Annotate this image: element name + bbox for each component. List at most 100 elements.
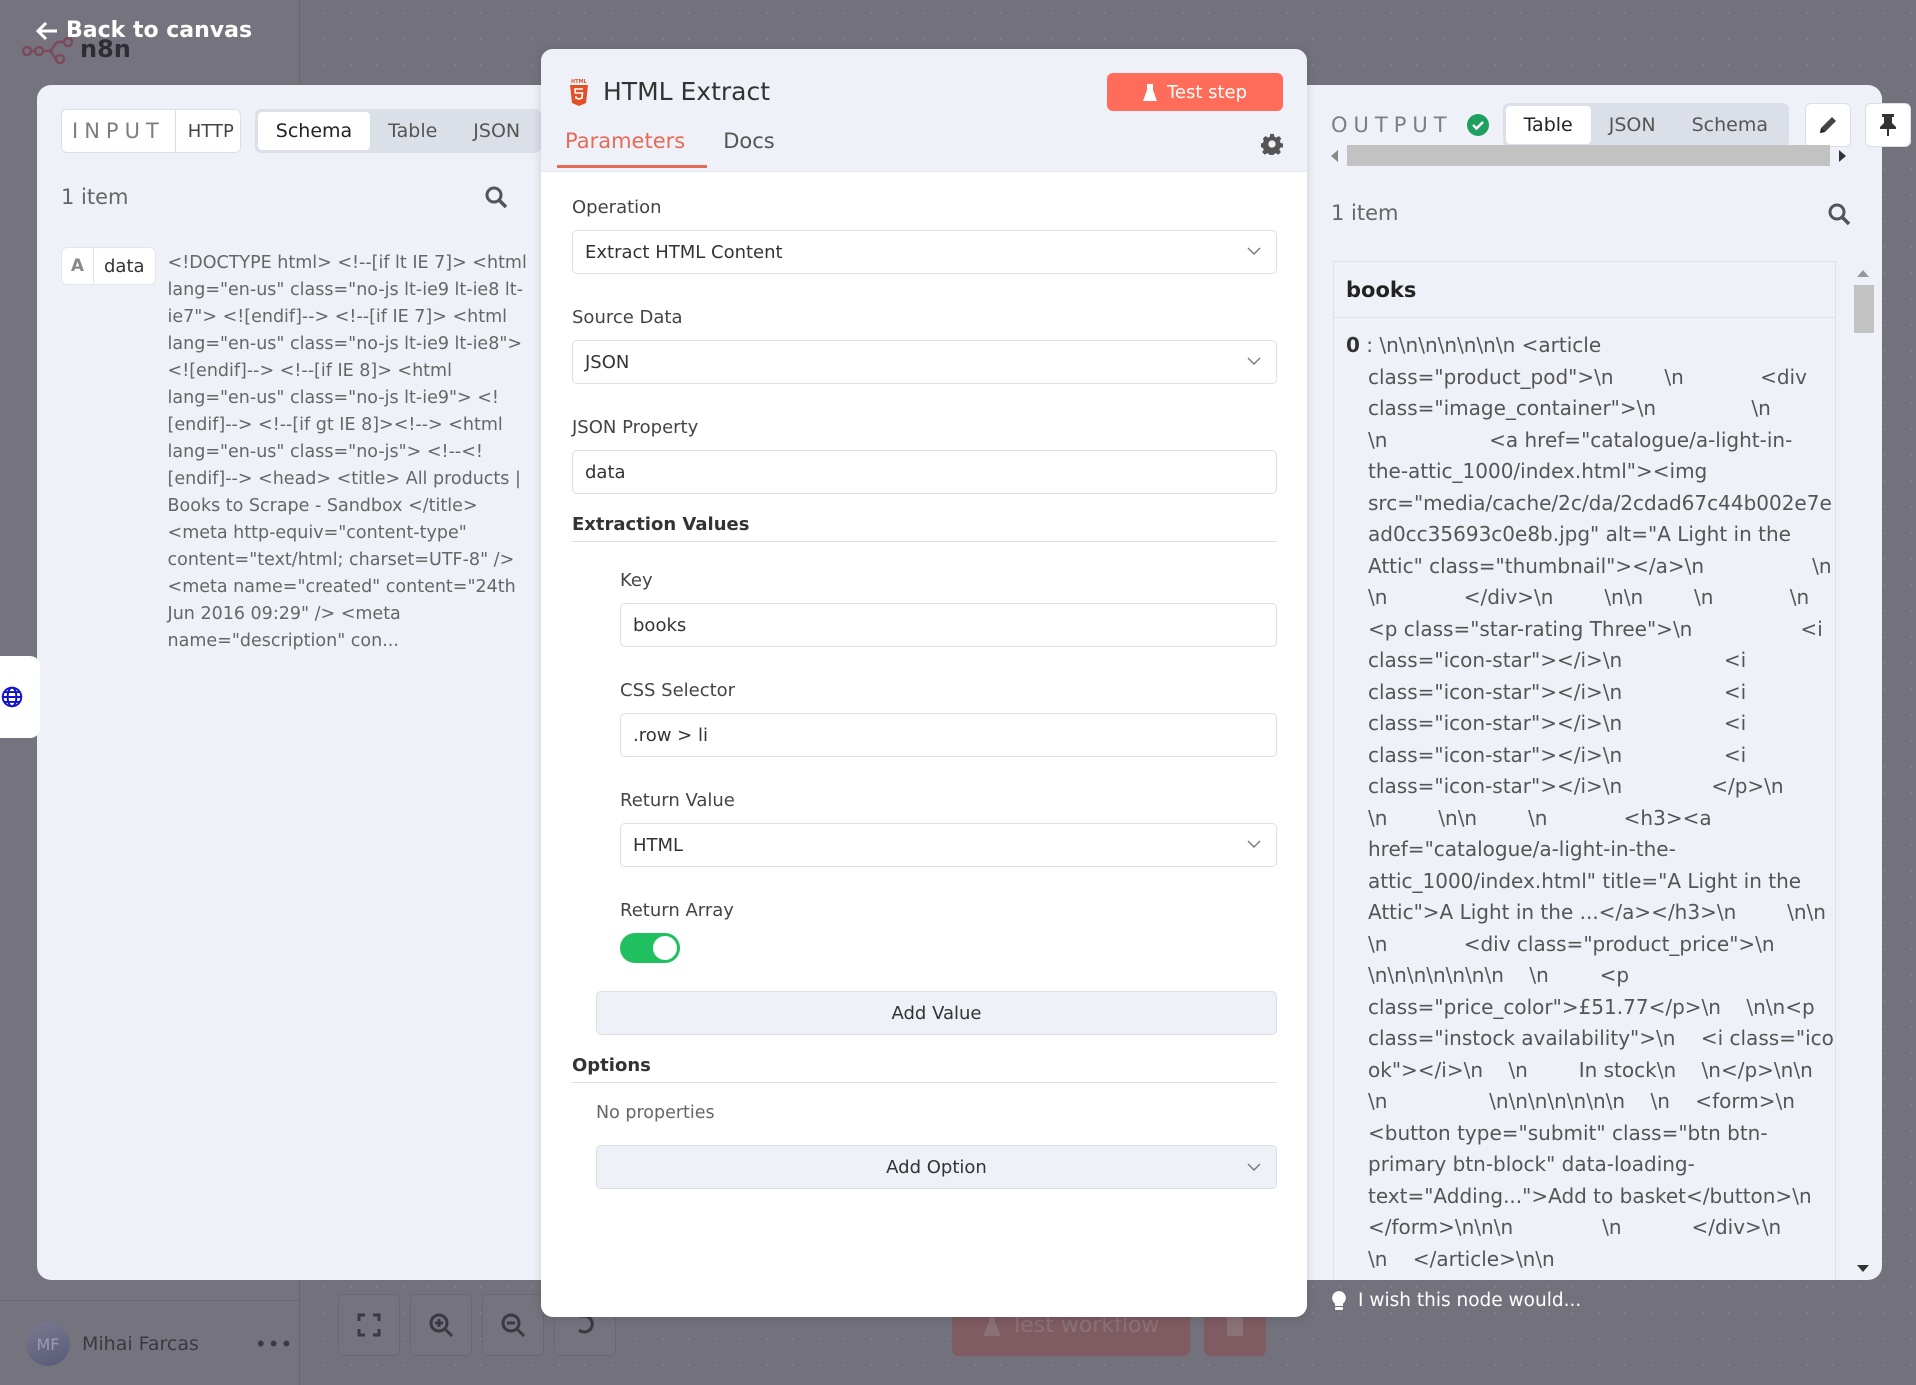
input-view-json[interactable]: JSON	[455, 112, 538, 150]
output-panel: OUTPUT Table JSON Schema 1 item books 0 …	[1307, 85, 1911, 1280]
output-view-json[interactable]: JSON	[1591, 106, 1674, 144]
fit-view-button[interactable]	[338, 1294, 400, 1356]
zoom-out-icon	[501, 1313, 526, 1338]
schema-field-pill[interactable]: A data	[61, 247, 156, 285]
horizontal-scroll-thumb[interactable]	[1347, 145, 1830, 166]
flask-icon	[1142, 83, 1157, 101]
operation-select[interactable]: Extract HTML Content	[572, 230, 1277, 274]
source-data-value: JSON	[585, 351, 630, 373]
add-option-button[interactable]: Add Option	[596, 1145, 1277, 1189]
user-menu[interactable]: MF Mihai Farcas •••	[26, 1322, 293, 1366]
return-value-value: HTML	[633, 834, 684, 856]
string-type-icon: A	[62, 248, 94, 284]
add-value-button[interactable]: Add Value	[596, 991, 1277, 1035]
input-search-button[interactable]	[484, 185, 508, 213]
input-node-selector[interactable]: HTTP Request	[176, 110, 240, 152]
json-property-input[interactable]: data	[572, 450, 1277, 494]
cell-line: \n\n\n\n\n\n\n \n <p	[1368, 963, 1630, 987]
user-more-button[interactable]: •••	[255, 1332, 293, 1356]
sidebar-divider	[0, 1300, 300, 1301]
cell-line: \n </div>\n \n\n \n \n	[1368, 585, 1810, 609]
pin-output-button[interactable]	[1864, 103, 1911, 147]
chevron-down-icon	[1247, 1163, 1261, 1171]
key-input[interactable]: books	[620, 603, 1277, 647]
output-search-button[interactable]	[1827, 202, 1851, 230]
user-name: Mihai Farcas	[82, 1333, 199, 1355]
feedback-label: I wish this node would...	[1358, 1290, 1582, 1311]
extraction-values-title: Extraction Values	[572, 514, 1277, 542]
input-item-count: 1 item	[61, 185, 129, 209]
cell-line: the-attic_1000/index.html"><img	[1368, 459, 1708, 483]
return-array-toggle[interactable]	[620, 933, 680, 963]
cell-line: \n </article>\n\n	[1368, 1246, 1555, 1271]
chevron-down-icon	[1247, 840, 1261, 848]
horizontal-scrollbar[interactable]	[1331, 145, 1846, 167]
tab-docs[interactable]: Docs	[723, 129, 775, 163]
input-title: INPUT	[62, 110, 176, 152]
globe-icon	[1, 686, 23, 708]
edit-output-button[interactable]	[1804, 103, 1851, 147]
success-check-icon	[1466, 114, 1489, 136]
input-header: INPUT HTTP Request Schema Table JSON	[61, 109, 542, 153]
node-title-text[interactable]: HTML Extract	[603, 77, 770, 106]
css-selector-input[interactable]: .row > li	[620, 713, 1277, 757]
column-header-books: books	[1334, 262, 1835, 318]
add-value-label: Add Value	[891, 1002, 982, 1024]
input-title-box: INPUT HTTP Request	[61, 109, 241, 153]
cell-line: class="instock availability">\n <i class…	[1368, 1026, 1836, 1050]
vertical-scrollbar[interactable]	[1852, 263, 1874, 1279]
return-value-label: Return Value	[620, 790, 735, 811]
output-item-count: 1 item	[1331, 201, 1399, 225]
key-value: books	[633, 614, 687, 636]
test-step-button[interactable]: Test step	[1107, 73, 1283, 111]
cell-line: ad0cc35693c0e8b.jpg" alt="A Light in the	[1368, 522, 1791, 546]
input-view-table[interactable]: Table	[370, 112, 455, 150]
scroll-right-icon	[1839, 150, 1846, 162]
node-settings-button[interactable]	[1260, 133, 1283, 159]
parameters-form: Operation Extract HTML Content Source Da…	[572, 197, 1277, 1189]
zoom-out-button[interactable]	[482, 1294, 544, 1356]
scroll-down-icon	[1857, 1265, 1869, 1272]
cell-line: text="Adding...">Add to basket</button>\…	[1368, 1183, 1812, 1208]
output-view-table[interactable]: Table	[1505, 106, 1591, 144]
css-selector-value: .row > li	[633, 724, 708, 746]
lightbulb-icon	[1332, 1290, 1346, 1310]
cell-line: \n\n\n\n\n\n\n <article	[1379, 333, 1602, 357]
output-title: OUTPUT	[1331, 113, 1453, 137]
tab-parameters[interactable]: Parameters	[556, 129, 708, 168]
back-to-canvas-link[interactable]: Back to canvas	[36, 18, 252, 43]
cell-line: class="icon-star"></i>\n <i	[1368, 742, 1747, 767]
cell-line: class="image_container">\n \n	[1368, 396, 1771, 420]
fit-view-icon	[357, 1313, 381, 1337]
cell-line: ok"></i>\n \n In stock\n \n</p>\n\n	[1368, 1057, 1813, 1082]
table-row: 0 : \n\n\n\n\n\n\n <article class="produ…	[1334, 318, 1835, 1275]
return-value-select[interactable]: HTML	[620, 823, 1277, 867]
arrow-left-icon	[36, 21, 57, 40]
source-data-select[interactable]: JSON	[572, 340, 1277, 384]
language-tab[interactable]	[0, 656, 40, 738]
no-properties-text: No properties	[596, 1103, 715, 1123]
output-view-switcher: Table JSON Schema	[1502, 103, 1789, 147]
back-to-canvas-label: Back to canvas	[66, 18, 253, 43]
test-step-label: Test step	[1166, 81, 1248, 103]
output-header: OUTPUT Table JSON Schema	[1331, 103, 1911, 147]
node-settings-panel: HTML HTML Extract Test step Parameters D…	[541, 49, 1307, 1317]
cell-line: class="icon-star"></i>\n </p>\n	[1368, 774, 1784, 798]
cell-line: <button type="submit" class="btn btn-	[1368, 1120, 1768, 1145]
cell-line: class="icon-star"></i>\n <i	[1368, 711, 1747, 735]
output-table: books 0 : \n\n\n\n\n\n\n <article class=…	[1333, 261, 1836, 1280]
cell-line: \n <div class="product_price">\n	[1368, 931, 1775, 956]
node-header: HTML HTML Extract Test step Parameters D…	[541, 49, 1307, 172]
chevron-down-icon	[1247, 357, 1261, 365]
input-panel: INPUT HTTP Request Schema Table JSON 1 i…	[37, 85, 549, 1280]
html5-icon: HTML	[570, 79, 588, 106]
zoom-in-button[interactable]	[410, 1294, 472, 1356]
gear-icon	[1260, 133, 1283, 157]
cell-line: class="icon-star"></i>\n <i	[1368, 648, 1747, 672]
output-view-schema[interactable]: Schema	[1674, 106, 1786, 144]
vertical-scroll-thumb[interactable]	[1854, 285, 1874, 333]
search-icon	[485, 186, 508, 209]
feedback-link[interactable]: I wish this node would...	[1332, 1290, 1581, 1311]
avatar: MF	[26, 1322, 70, 1366]
input-view-schema[interactable]: Schema	[257, 112, 371, 150]
